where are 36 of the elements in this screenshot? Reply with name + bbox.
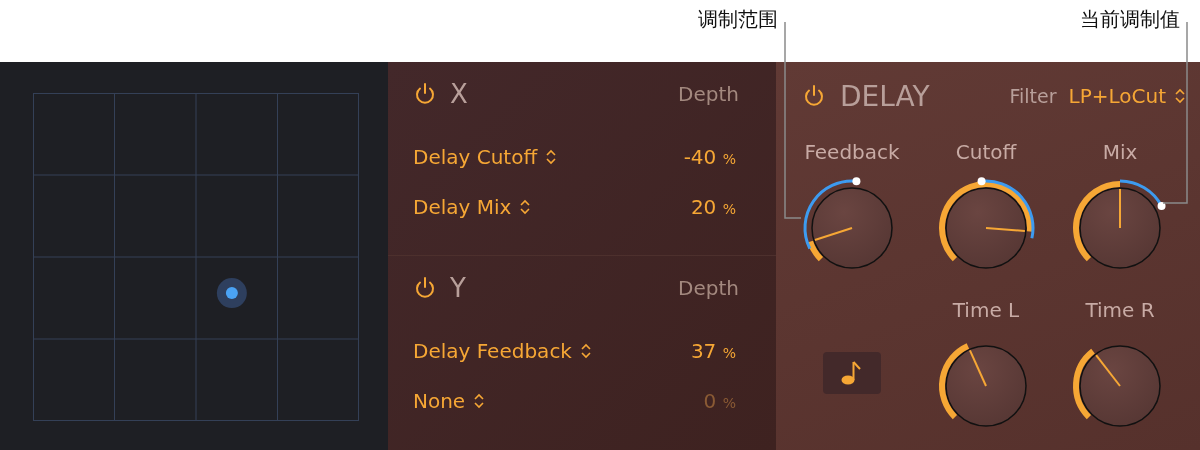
knob-label: Cutoff <box>955 139 1017 165</box>
xy-puck[interactable] <box>216 278 247 309</box>
level-arc <box>807 240 824 262</box>
note-sync-button[interactable] <box>823 352 881 394</box>
modulation-dot <box>977 177 986 186</box>
callout-label: 调制范围 <box>698 6 778 33</box>
axis-name: Y <box>450 273 467 303</box>
knob-label: Feedback <box>804 139 900 165</box>
knob-label: Time R <box>1085 297 1155 323</box>
knob-label: Mix <box>1102 139 1138 165</box>
depth-value[interactable]: -40 % <box>683 145 736 169</box>
target-selector[interactable]: Delay Feedback <box>413 339 592 363</box>
target-selector[interactable]: Delay Mix <box>413 195 532 219</box>
depth-label: Depth <box>678 276 739 300</box>
power-icon[interactable] <box>413 82 437 106</box>
chevron-icon <box>579 342 592 360</box>
depth-value[interactable]: 37 % <box>690 339 736 363</box>
knob-label: Time L <box>952 297 1020 323</box>
modulation-dot <box>1157 202 1166 210</box>
power-icon[interactable] <box>413 276 437 300</box>
chevron-icon <box>473 392 486 410</box>
chevron-icon <box>545 148 558 166</box>
target-selector[interactable]: Delay Cutoff <box>413 145 558 169</box>
filter-selector[interactable]: LP+LoCut <box>1068 84 1186 108</box>
effect-title: DELAY <box>840 79 931 113</box>
modulation-dot <box>852 177 861 186</box>
axis-name: X <box>450 79 469 109</box>
depth-label: Depth <box>678 82 739 106</box>
level-arc <box>1073 348 1095 420</box>
chevron-icon <box>519 198 532 216</box>
power-icon[interactable] <box>802 84 826 108</box>
music-note-icon <box>841 360 863 386</box>
filter-label: Filter <box>1009 85 1057 107</box>
depth-value[interactable]: 20 % <box>690 195 736 219</box>
callout-label: 当前调制值 <box>1080 6 1180 33</box>
chevron-icon <box>1174 87 1186 105</box>
